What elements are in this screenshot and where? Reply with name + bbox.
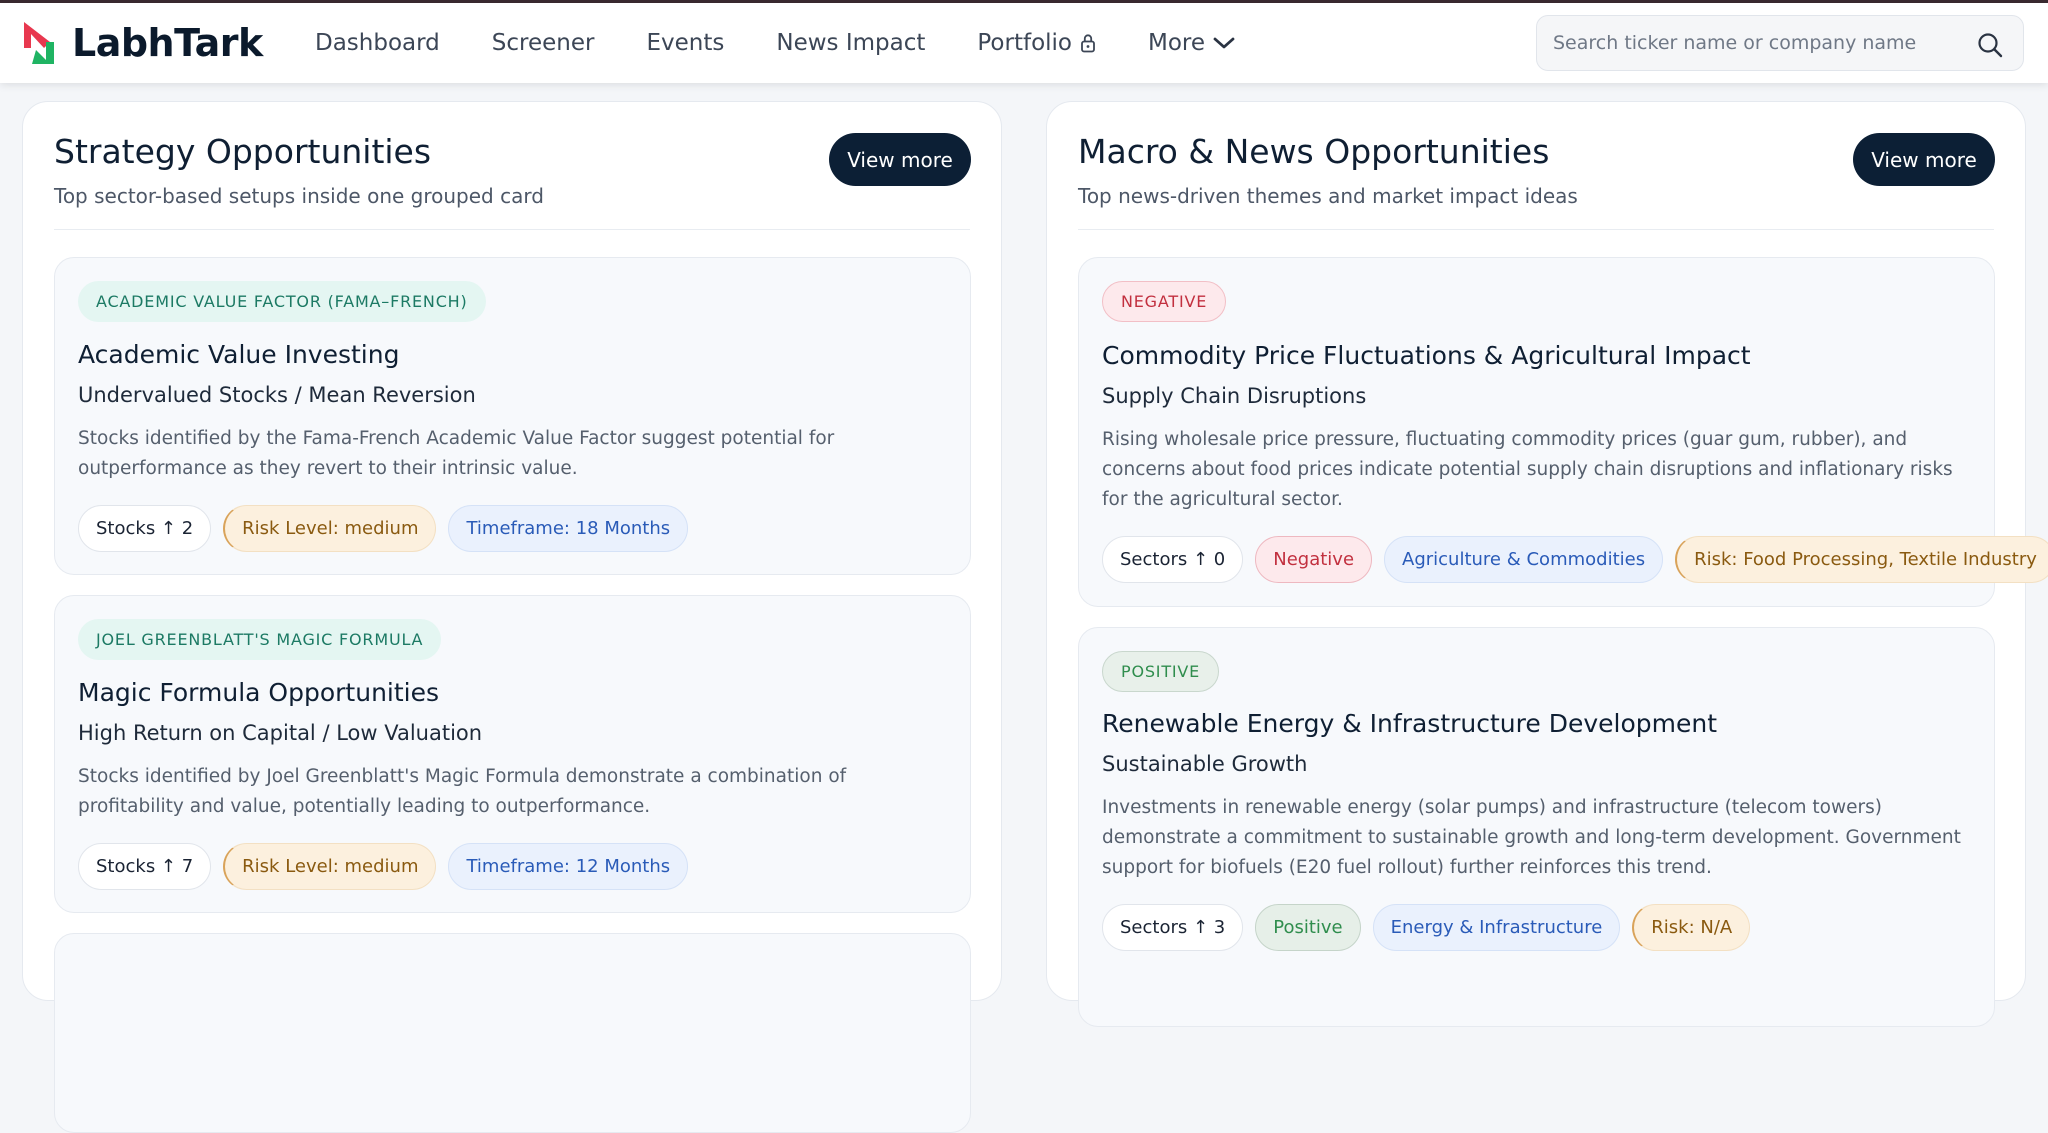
- panel-subtitle: Top sector-based setups inside one group…: [54, 184, 544, 208]
- card-description: Investments in renewable energy (solar p…: [1102, 797, 1961, 878]
- card-subtitle: Sustainable Growth: [1102, 752, 1308, 776]
- view-more-button[interactable]: View more: [1853, 133, 1995, 186]
- sentiment-chip: Positive: [1255, 904, 1361, 951]
- brand-name: LabhTark: [72, 21, 263, 65]
- strategy-opportunities-panel: Strategy Opportunities Top sector-based …: [22, 101, 1002, 1133]
- sector-chip: Energy & Infrastructure: [1372, 904, 1621, 951]
- divider: [54, 229, 970, 230]
- search-box: [1536, 15, 2024, 71]
- timeframe-chip: Timeframe: 12 Months: [448, 843, 689, 890]
- timeframe-chip: Timeframe: 18 Months: [448, 505, 689, 552]
- brand-logo[interactable]: LabhTark: [22, 20, 263, 66]
- card-title: Renewable Energy & Infrastructure Develo…: [1102, 709, 1717, 738]
- search-icon[interactable]: [1977, 32, 2003, 58]
- strategy-tag: JOEL GREENBLATT'S MAGIC FORMULA: [78, 619, 442, 660]
- nav-more[interactable]: More: [1148, 30, 1235, 56]
- stocks-count-chip: Stocks ↑ 2: [78, 505, 212, 552]
- top-navbar: LabhTark Dashboard Screener Events News …: [0, 3, 2048, 83]
- view-more-button[interactable]: View more: [829, 133, 971, 186]
- card-description: Rising wholesale price pressure, fluctua…: [1102, 429, 1953, 510]
- card-subtitle: Supply Chain Disruptions: [1102, 384, 1367, 408]
- opportunity-card[interactable]: POSITIVE Renewable Energy & Infrastructu…: [1078, 627, 1995, 1027]
- nav-portfolio[interactable]: Portfolio: [977, 30, 1096, 56]
- nav-screener[interactable]: Screener: [492, 30, 595, 56]
- card-subtitle: Undervalued Stocks / Mean Reversion: [78, 383, 476, 407]
- risk-level-chip: Risk Level: medium: [223, 843, 437, 890]
- risk-chip: Risk: N/A: [1632, 904, 1751, 951]
- nav-news-impact[interactable]: News Impact: [776, 30, 925, 56]
- lock-icon: [1081, 34, 1095, 53]
- nav-dashboard[interactable]: Dashboard: [315, 30, 440, 56]
- panel-title: Macro & News Opportunities: [1078, 132, 1550, 171]
- risk-level-chip: Risk Level: medium: [223, 505, 437, 552]
- strategy-tag: ACADEMIC VALUE FACTOR (FAMA–FRENCH): [78, 281, 486, 322]
- divider: [1078, 229, 1994, 230]
- card-description: Stocks identified by Joel Greenblatt's M…: [78, 766, 847, 817]
- opportunity-card[interactable]: NEGATIVE Commodity Price Fluctuations & …: [1078, 257, 2048, 607]
- panel-subtitle: Top news-driven themes and market impact…: [1078, 184, 1578, 208]
- sectors-count-chip: Sectors ↑ 3: [1102, 904, 1244, 951]
- opportunity-card[interactable]: [54, 933, 971, 1133]
- card-title: Commodity Price Fluctuations & Agricultu…: [1102, 341, 1751, 370]
- opportunity-card[interactable]: ACADEMIC VALUE FACTOR (FAMA–FRENCH) Acad…: [54, 257, 971, 575]
- card-title: Magic Formula Opportunities: [78, 678, 440, 707]
- panel-title: Strategy Opportunities: [54, 132, 432, 171]
- main-nav: Dashboard Screener Events News Impact Po…: [315, 3, 1287, 83]
- sentiment-chip: Negative: [1255, 536, 1373, 583]
- sectors-count-chip: Sectors ↑ 0: [1102, 536, 1244, 583]
- macro-news-opportunities-panel: Macro & News Opportunities Top news-driv…: [1046, 101, 2048, 1027]
- stocks-count-chip: Stocks ↑ 7: [78, 843, 212, 890]
- labhtark-logo-icon: [24, 22, 54, 64]
- card-title: Academic Value Investing: [78, 340, 400, 369]
- card-subtitle: High Return on Capital / Low Valuation: [78, 721, 483, 745]
- sentiment-tag: NEGATIVE: [1102, 281, 1227, 322]
- sector-chip: Agriculture & Commodities: [1384, 536, 1664, 583]
- search-input[interactable]: [1553, 32, 1953, 54]
- opportunity-card[interactable]: JOEL GREENBLATT'S MAGIC FORMULA Magic Fo…: [54, 595, 971, 913]
- chevron-down-icon: [1213, 37, 1235, 49]
- nav-events[interactable]: Events: [646, 30, 724, 56]
- card-description: Stocks identified by the Fama-French Aca…: [78, 428, 835, 479]
- sentiment-tag: POSITIVE: [1102, 651, 1220, 692]
- risk-chip: Risk: Food Processing, Textile Industry: [1675, 536, 2048, 583]
